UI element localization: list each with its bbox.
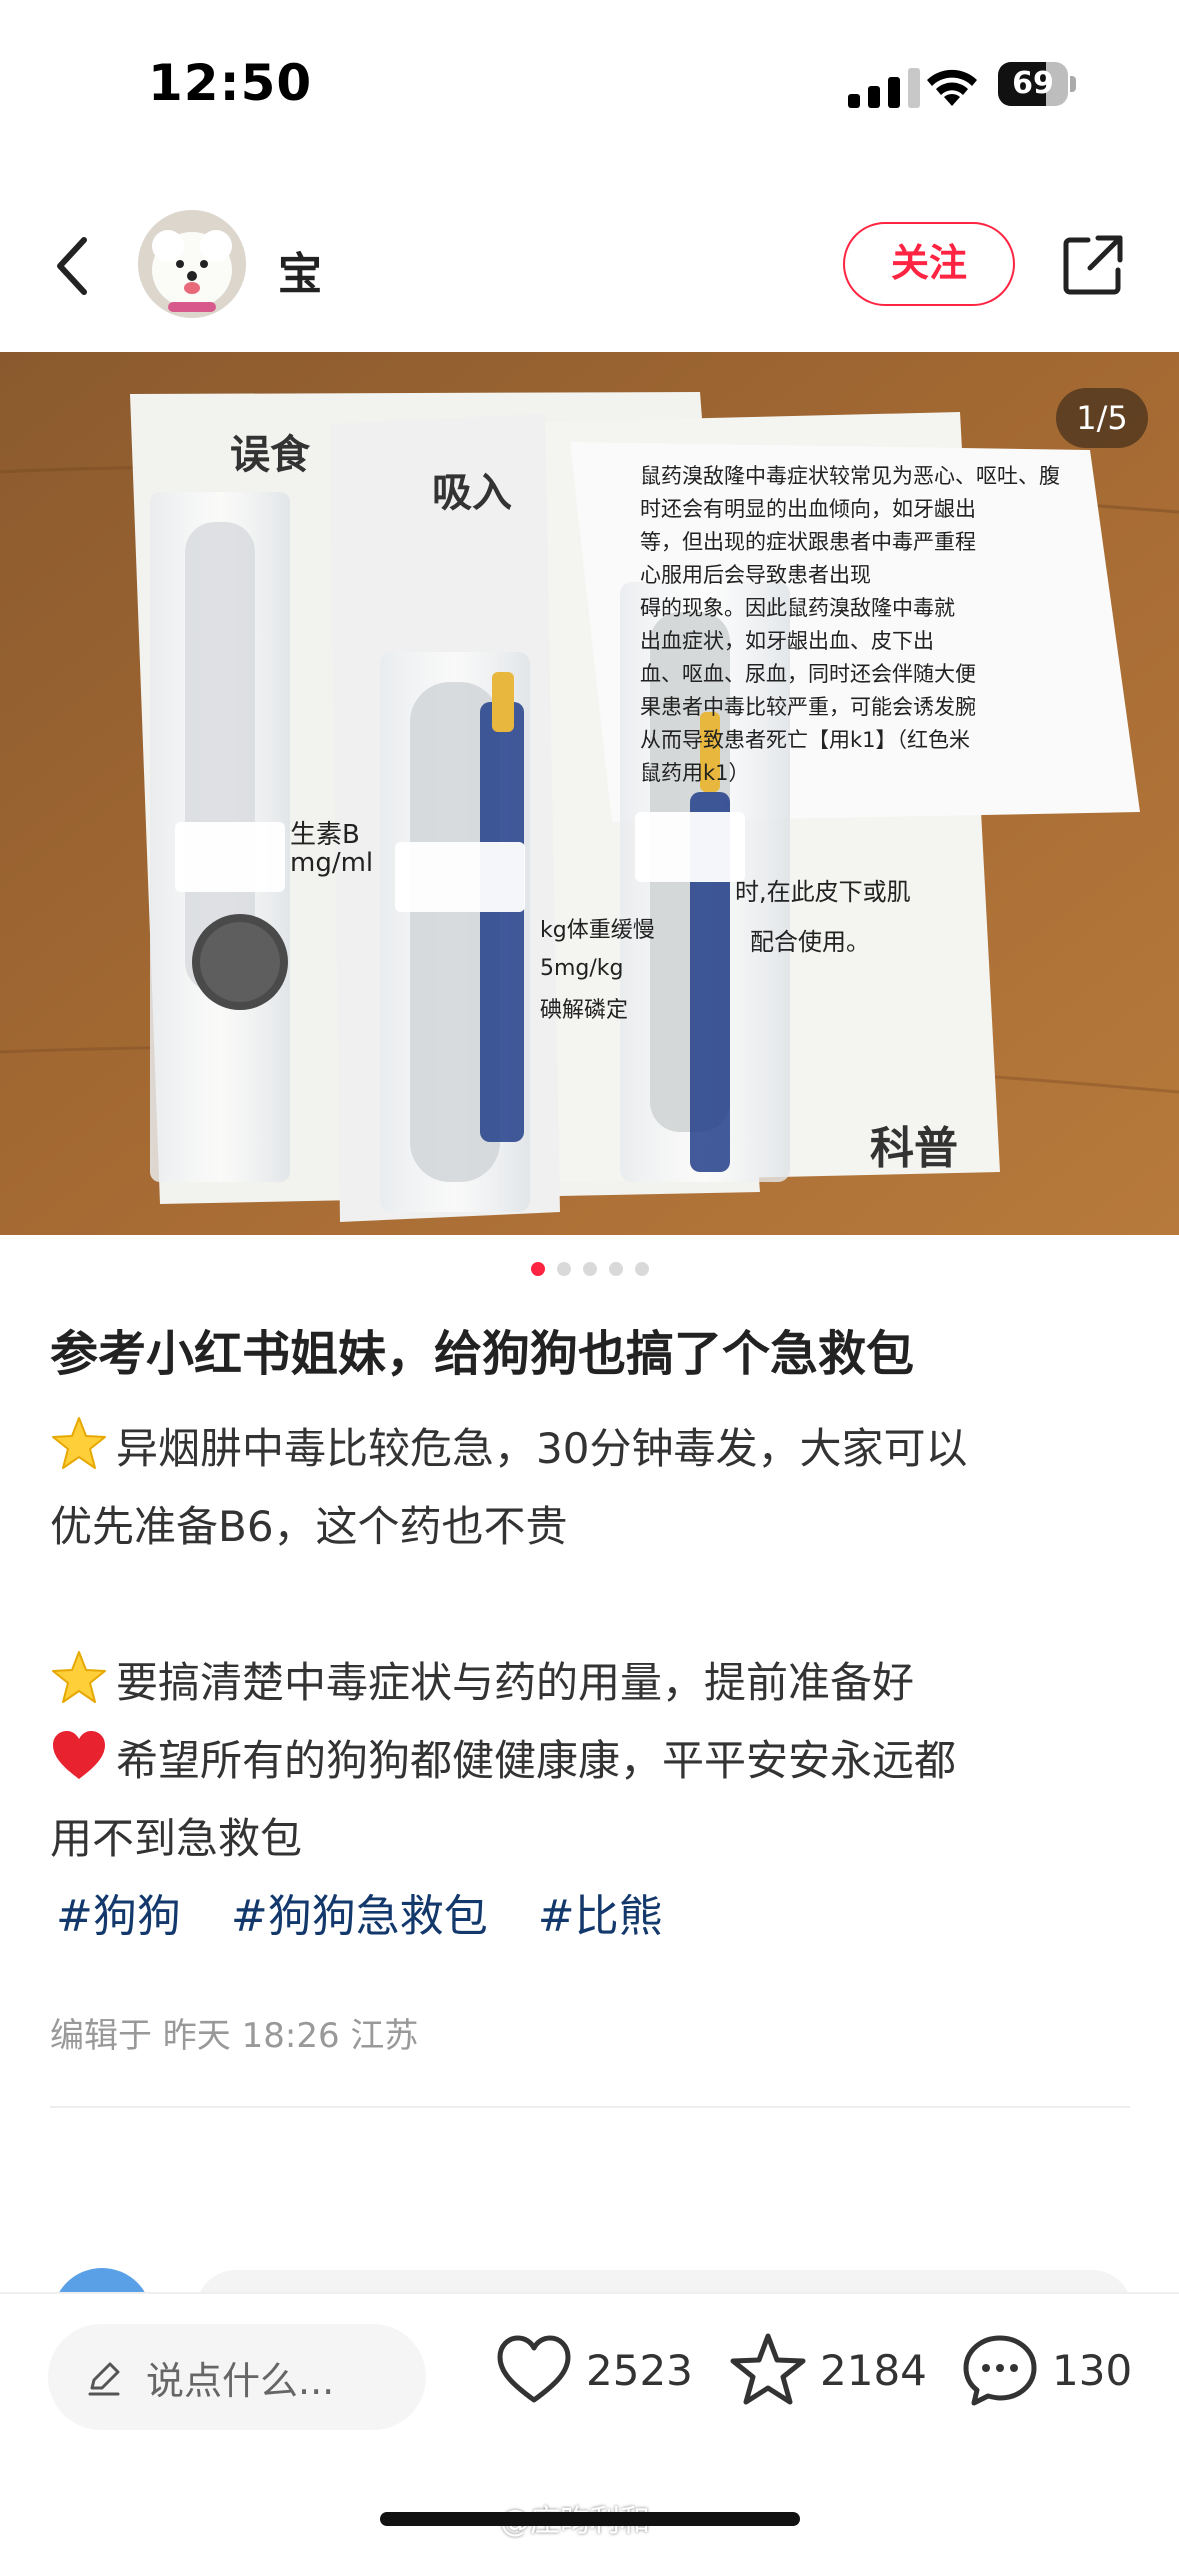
- gallery-dot[interactable]: [608, 1262, 623, 1276]
- star-icon: [730, 2333, 806, 2405]
- status-time: 12:50: [148, 54, 313, 112]
- gallery-dot[interactable]: [556, 1262, 571, 1276]
- paper-mid-dose2: kg体重缓慢: [540, 918, 655, 943]
- paper-left-b: 生素B: [290, 820, 360, 850]
- author-name[interactable]: 宝: [278, 238, 322, 302]
- paper-right-mid: 时,在此皮下或肌: [735, 878, 911, 906]
- home-indicator[interactable]: [380, 2512, 800, 2526]
- heart-emoji-icon: [53, 1731, 105, 1779]
- tag-link[interactable]: #比熊: [538, 1891, 663, 1942]
- gallery-dot[interactable]: [582, 1262, 597, 1276]
- comment-count: 130: [1052, 2346, 1133, 2395]
- share-icon[interactable]: [1058, 230, 1128, 300]
- heart-icon: [497, 2335, 571, 2403]
- like-button[interactable]: 2523: [494, 2330, 693, 2420]
- paper-mid-title: 吸入: [432, 470, 512, 516]
- paper-bottom-text: 配合使用。: [750, 928, 870, 956]
- comment-input[interactable]: 说点什么...: [48, 2324, 426, 2430]
- gallery-dot[interactable]: [634, 1262, 649, 1276]
- battery-icon: 69: [998, 62, 1078, 108]
- chat-bubble-icon: [963, 2335, 1037, 2406]
- divider: [50, 2106, 1130, 2108]
- post-header: 宝 关注: [0, 200, 1179, 330]
- star-emoji-icon: [52, 1417, 106, 1469]
- post-title: 参考小红书姐妹，给狗狗也搞了个急救包: [50, 1326, 915, 1382]
- post-photo[interactable]: 误食 吸入 鼠药溴敌隆中毒症状较常见为恶心、呕吐、腹 时还会有明显的出血倾向，如…: [0, 352, 1179, 1235]
- status-bar: 12:50 69: [0, 0, 1179, 170]
- collect-button[interactable]: 2184: [728, 2330, 927, 2420]
- paper-left-title: 误食: [230, 432, 310, 478]
- paper-mid-note: 碘解磷定: [540, 998, 629, 1023]
- post-line-2: 优先准备B6，这个药也不贵: [50, 1502, 568, 1551]
- post-tags: #狗狗 #狗狗急救包 #比熊: [56, 1880, 699, 1944]
- gallery-dots: [0, 1262, 1179, 1282]
- post-line-4: 希望所有的狗狗都健健康康，平平安安永远都: [50, 1722, 1140, 1800]
- comment-button[interactable]: 130: [960, 2330, 1140, 2420]
- like-count: 2523: [586, 2346, 693, 2395]
- cellular-signal-icon: [848, 68, 920, 108]
- paper-brand: 科普: [870, 1123, 958, 1174]
- star-emoji-icon: [52, 1651, 106, 1703]
- tag-link[interactable]: #狗狗急救包: [231, 1891, 488, 1942]
- battery-level: 69: [1012, 66, 1054, 101]
- follow-button[interactable]: 关注: [843, 222, 1015, 306]
- pen-icon: [88, 2362, 120, 2396]
- comment-placeholder: 说点什么...: [146, 2359, 335, 2403]
- wifi-icon: [927, 69, 977, 106]
- paper-left-unit: mg/ml: [290, 848, 374, 878]
- image-counter: 1/5: [1056, 388, 1148, 448]
- post-line-3: 要搞清楚中毒症状与药的用量，提前准备好: [50, 1644, 1140, 1722]
- collect-count: 2184: [820, 2346, 927, 2395]
- back-icon[interactable]: [44, 226, 114, 306]
- author-avatar[interactable]: [138, 210, 246, 318]
- tag-link[interactable]: #狗狗: [56, 1891, 181, 1942]
- post-meta: 编辑于 昨天 18:26 江苏: [50, 2016, 419, 2056]
- paper-right-text: 鼠药溴敌隆中毒症状较常见为恶心、呕吐、腹 时还会有明显的出血倾向，如牙龈出 等，…: [640, 464, 1060, 785]
- gallery-dot[interactable]: [530, 1262, 545, 1276]
- post-line-5: 用不到急救包: [50, 1814, 303, 1863]
- paper-mid-dose: 5mg/kg: [540, 956, 624, 981]
- post-line-1: 异烟肼中毒比较危急，30分钟毒发，大家可以: [50, 1410, 1140, 1488]
